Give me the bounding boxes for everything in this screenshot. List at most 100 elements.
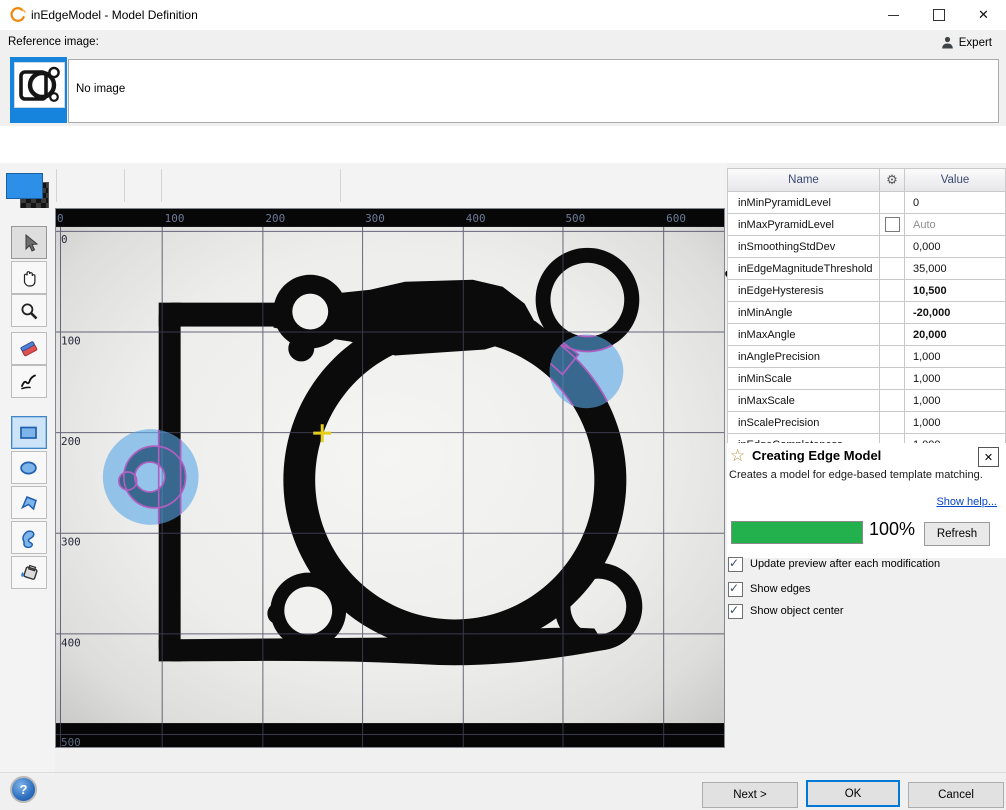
eraser-tool-button[interactable] xyxy=(11,332,47,365)
freeform-region-tool-button[interactable] xyxy=(11,521,47,554)
select-tool-button[interactable] xyxy=(11,226,47,259)
column-header-value[interactable]: Value xyxy=(905,169,1005,191)
option-label: Show object center xyxy=(750,605,844,617)
reference-thumbnail-selected[interactable] xyxy=(10,57,67,123)
param-value[interactable]: 1,000 xyxy=(905,412,1005,433)
step-bar: i Step 1/2: Select a region containing c… xyxy=(0,126,1006,163)
param-name: inMinScale xyxy=(728,368,880,389)
param-value[interactable]: 1,000 xyxy=(905,390,1005,411)
minimize-button[interactable] xyxy=(871,0,916,30)
option-show-object-center[interactable]: Show object center xyxy=(728,603,1004,619)
svg-text:300: 300 xyxy=(61,536,81,549)
table-row[interactable]: inScalePrecision 1,000 xyxy=(728,412,1006,434)
svg-text:100: 100 xyxy=(165,212,185,225)
param-name: inMaxAngle xyxy=(728,324,880,345)
reference-image-strip[interactable] xyxy=(68,59,999,123)
footer-separator xyxy=(0,772,1006,773)
option-label: Update preview after each modification xyxy=(750,558,940,570)
table-row[interactable]: inEdgeHysteresis 10,500 xyxy=(728,280,1006,302)
freehand-tool-button[interactable] xyxy=(11,365,47,398)
svg-text:600: 600 xyxy=(666,212,686,225)
table-header[interactable]: Name ⚙ Value xyxy=(728,168,1006,192)
ok-button[interactable]: OK xyxy=(806,780,900,807)
cancel-button[interactable]: Cancel xyxy=(908,782,1004,808)
param-value[interactable]: Auto xyxy=(905,214,1005,235)
checkbox-checked-icon[interactable] xyxy=(728,557,743,572)
table-row[interactable]: inEdgeMagnitudeThreshold 35,000 xyxy=(728,258,1006,280)
svg-text:0: 0 xyxy=(61,233,68,246)
option-update-preview[interactable]: Update preview after each modification xyxy=(728,556,1004,572)
svg-text:300: 300 xyxy=(365,212,385,225)
ellipse-icon xyxy=(18,459,40,477)
help-button[interactable]: ? xyxy=(10,776,37,803)
param-value[interactable]: 1,000 xyxy=(905,368,1005,389)
param-value[interactable]: 10,500 xyxy=(905,280,1005,301)
param-name: inEdgeMagnitudeThreshold xyxy=(728,258,880,279)
model-region-circle-left[interactable] xyxy=(103,429,199,525)
rectangle-region-tool-button[interactable] xyxy=(11,416,47,449)
toolbar-separator xyxy=(340,169,341,202)
refresh-button[interactable]: Refresh xyxy=(924,522,990,546)
checkbox-checked-icon[interactable] xyxy=(728,582,743,597)
param-name: inAnglePrecision xyxy=(728,346,880,367)
param-value[interactable]: 20,000 xyxy=(905,324,1005,345)
table-row[interactable]: inMaxScale 1,000 xyxy=(728,390,1006,412)
eraser-icon xyxy=(19,339,39,359)
option-show-edges[interactable]: Show edges xyxy=(728,581,1004,597)
scribble-icon xyxy=(19,372,39,392)
column-header-name[interactable]: Name xyxy=(728,169,880,191)
parameters-table: Name ⚙ Value inMinPyramidLevel 0 inMaxPy… xyxy=(727,168,1006,456)
image-canvas[interactable]: 0 100 200 300 400 500 600 0 100 200 300 … xyxy=(55,208,725,748)
rectangle-icon xyxy=(18,424,40,442)
reference-image-label: Reference image: xyxy=(8,36,99,48)
ellipse-region-tool-button[interactable] xyxy=(11,451,47,484)
color-swatch[interactable] xyxy=(2,167,50,205)
param-value[interactable]: -20,000 xyxy=(905,302,1005,323)
next-button[interactable]: Next > xyxy=(702,782,798,808)
param-value[interactable]: 0,000 xyxy=(905,236,1005,257)
cursor-icon xyxy=(19,233,39,253)
table-row[interactable]: inMaxAngle 20,000 xyxy=(728,324,1006,346)
param-value[interactable]: 1,000 xyxy=(905,346,1005,367)
gasket-thumbnail-drawing xyxy=(15,63,64,107)
table-row[interactable]: inMaxPyramidLevel Auto xyxy=(728,214,1006,236)
gear-icon[interactable]: ⚙ xyxy=(880,169,905,191)
fill-tool-button[interactable] xyxy=(11,556,47,589)
param-value[interactable]: 35,000 xyxy=(905,258,1005,279)
toolbar-separator xyxy=(161,169,162,202)
toolbar-separator xyxy=(124,169,125,202)
svg-text:400: 400 xyxy=(61,636,81,649)
no-image-text: No image xyxy=(76,83,125,95)
param-name: inEdgeHysteresis xyxy=(728,280,880,301)
pan-tool-button[interactable] xyxy=(11,261,47,294)
table-row[interactable]: inSmoothingStdDev 0,000 xyxy=(728,236,1006,258)
checkbox-checked-icon[interactable] xyxy=(728,604,743,619)
model-definition-dialog: inEdgeModel - Model Definition ✕ Referen… xyxy=(0,0,1006,810)
panel-close-button[interactable]: ✕ xyxy=(978,447,999,467)
title-bar: inEdgeModel - Model Definition ✕ xyxy=(0,0,1006,30)
ruler-bar xyxy=(56,209,724,227)
maximize-icon xyxy=(933,9,945,21)
table-row[interactable]: inMinPyramidLevel 0 xyxy=(728,192,1006,214)
progress-bar xyxy=(731,521,863,544)
maximize-button[interactable] xyxy=(916,0,961,30)
zoom-tool-button[interactable] xyxy=(11,294,47,327)
minimize-icon xyxy=(888,15,899,16)
param-name: inScalePrecision xyxy=(728,412,880,433)
svg-text:400: 400 xyxy=(466,212,486,225)
blob-icon xyxy=(19,528,39,548)
reference-thumbnail-image xyxy=(14,62,65,108)
table-row[interactable]: inAnglePrecision 1,000 xyxy=(728,346,1006,368)
hand-icon xyxy=(19,268,39,288)
auto-checkbox[interactable] xyxy=(885,217,900,232)
show-help-link[interactable]: Show help... xyxy=(727,496,997,508)
polygon-region-tool-button[interactable] xyxy=(11,486,47,519)
table-row[interactable]: inMinAngle -20,000 xyxy=(728,302,1006,324)
param-value[interactable]: 0 xyxy=(905,192,1005,213)
option-label: Show edges xyxy=(750,583,811,595)
expert-button[interactable]: Expert xyxy=(941,36,992,49)
canvas-toolbar: Scale: 100 % ▼ Load Image... xyxy=(0,163,727,208)
table-row[interactable]: inMinScale 1,000 xyxy=(728,368,1006,390)
close-button[interactable]: ✕ xyxy=(961,0,1006,30)
progress-bar-fill xyxy=(732,522,862,543)
